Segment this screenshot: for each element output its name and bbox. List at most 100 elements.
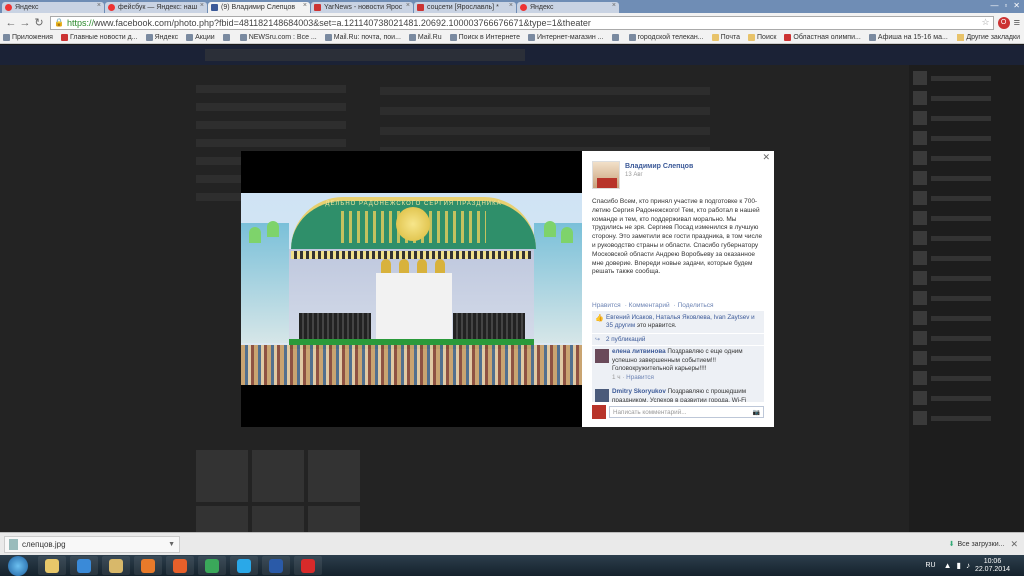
bookmark-item[interactable]: Областная олимпи... xyxy=(784,34,861,41)
event-photo[interactable]: ДЕЛЬНО РАДОНЕЖСКОГО СЕРГИЯ ПРАЗДНИКА xyxy=(241,193,582,385)
ie-app-button[interactable] xyxy=(70,556,98,575)
volume-icon[interactable]: ♪ xyxy=(966,561,970,570)
bookmark-item[interactable]: NEWSru.com : Все ... xyxy=(239,34,317,41)
minimize-icon[interactable]: — xyxy=(990,1,998,10)
bookmark-item[interactable]: Интернет-магазин ... xyxy=(528,34,604,41)
photo-choir-right xyxy=(453,313,525,339)
mail-icon xyxy=(408,34,416,41)
tab-close-icon[interactable]: × xyxy=(509,2,513,9)
clock[interactable]: 10:06 22.07.2014 xyxy=(975,558,1010,574)
firefox-app-icon xyxy=(173,558,187,573)
bookmark-item[interactable]: Поиск xyxy=(748,34,776,41)
download-icon: ⬇ xyxy=(948,541,955,548)
commenter-avatar[interactable] xyxy=(595,349,609,363)
network-icon[interactable]: ▮ xyxy=(957,561,961,570)
comment-placeholder: Написать комментарий... xyxy=(613,408,687,416)
comment-link[interactable]: Комментарий xyxy=(629,302,670,309)
share-link[interactable]: Поделиться xyxy=(678,302,714,309)
bookmark-item[interactable]: Почта xyxy=(711,34,740,41)
close-window-icon[interactable]: ✕ xyxy=(1013,1,1020,10)
close-download-bar-icon[interactable]: ✕ xyxy=(1010,539,1018,550)
bookmark-item[interactable]: Яндекс xyxy=(145,34,178,41)
download-item[interactable]: слепцов.jpg ▼ xyxy=(4,535,180,553)
folder-icon xyxy=(748,34,756,41)
start-button[interactable] xyxy=(8,555,28,576)
tray-arrow-icon[interactable]: ▲ xyxy=(944,561,952,570)
tab-close-icon[interactable]: × xyxy=(612,2,616,9)
facebook-header xyxy=(0,45,1024,65)
back-icon[interactable]: ← xyxy=(4,17,18,29)
bookmark-item[interactable] xyxy=(611,34,621,41)
skype-app-icon xyxy=(237,558,251,573)
browser-tab[interactable]: Яндекс × xyxy=(2,2,104,13)
bookmark-label: Областная олимпи... xyxy=(793,34,861,41)
post-date[interactable]: 13 Авг xyxy=(625,172,643,178)
tab-title: соцсети [Ярославль] * xyxy=(427,4,499,11)
maximize-icon[interactable]: ▫ xyxy=(1004,1,1007,10)
skype-app-button[interactable] xyxy=(230,556,258,575)
page-icon xyxy=(611,34,619,41)
browser-tab[interactable]: (9) Владимир Слепцов × xyxy=(208,2,310,13)
bookmark-item[interactable]: Поиск в Интернете xyxy=(449,34,520,41)
browser-tab[interactable]: соцсети [Ярославль] * × xyxy=(414,2,516,13)
tab-close-icon[interactable]: × xyxy=(303,2,307,9)
photo-info-panel: ✕ Владимир Слепцов 13 Авг Спасибо Всем, … xyxy=(582,151,774,427)
library-app-button[interactable] xyxy=(102,556,130,575)
facebook-icon xyxy=(211,4,218,11)
bookmark-item[interactable]: Главные новости д... xyxy=(60,34,138,41)
media-player-app-button[interactable] xyxy=(134,556,162,575)
close-icon[interactable]: ✕ xyxy=(762,152,770,163)
word-app-button[interactable] xyxy=(262,556,290,575)
extension-icon[interactable]: O xyxy=(997,16,1010,29)
tab-title: (9) Владимир Слепцов xyxy=(221,4,296,11)
commenter-name[interactable]: елена литвинова xyxy=(612,348,666,355)
author-name[interactable]: Владимир Слепцов xyxy=(625,163,693,170)
bookmark-item[interactable]: Акции xyxy=(186,34,215,41)
chevron-down-icon[interactable]: ▼ xyxy=(168,541,175,548)
likes-summary: 👍 Евгений Исаков, Наталья Яковлева, Ivan… xyxy=(592,311,764,333)
browser-tab[interactable]: Яндекс × xyxy=(517,2,619,13)
all-downloads-link[interactable]: ⬇ Все загрузки... xyxy=(948,540,1005,549)
opera-app-button[interactable] xyxy=(294,556,322,575)
shares-count[interactable]: ↪ 2 публикаций xyxy=(592,334,764,345)
commenter-name[interactable]: Dmitry Skoryukov xyxy=(612,388,666,395)
bookmark-item[interactable]: Mail.Ru xyxy=(408,34,442,41)
bookmark-star-icon[interactable]: ☆ xyxy=(982,17,990,28)
tab-close-icon[interactable]: × xyxy=(406,2,410,9)
commenter-avatar[interactable] xyxy=(595,389,609,402)
bookmark-item[interactable]: Афиша на 15-16 ма... xyxy=(868,34,948,41)
other-bookmarks[interactable]: Другие закладки xyxy=(957,34,1020,41)
yandex-icon xyxy=(145,34,153,41)
address-bar[interactable]: 🔒 https:// www.facebook.com/photo.php?fb… xyxy=(50,15,994,30)
forward-icon[interactable]: → xyxy=(18,17,32,29)
comment-composer: Написать комментарий... 📷 xyxy=(592,405,764,419)
comment-like-link[interactable]: Нравится xyxy=(626,374,654,381)
browser-tab[interactable]: YarNews - новости Ярос × xyxy=(311,2,413,13)
bookmark-item[interactable]: городской телекан... xyxy=(628,34,704,41)
menu-icon[interactable]: ≡ xyxy=(1014,17,1020,29)
explorer-app-button[interactable] xyxy=(38,556,66,575)
tab-close-icon[interactable]: × xyxy=(200,2,204,9)
firefox-app-button[interactable] xyxy=(166,556,194,575)
bookmark-item[interactable]: Приложения xyxy=(3,34,53,41)
like-link[interactable]: Нравится xyxy=(592,302,621,309)
camera-icon[interactable]: 📷 xyxy=(753,409,760,416)
gmail-icon xyxy=(784,34,792,41)
likes-names[interactable]: Евгений Исаков, Наталья Яковлева, Ivan Z… xyxy=(606,314,755,329)
comment-time[interactable]: 1 ч xyxy=(612,374,621,381)
tab-close-icon[interactable]: × xyxy=(97,2,101,9)
photo-right-tower xyxy=(534,223,582,343)
bookmarks-bar: Приложения Главные новости д... Яндекс Акци… xyxy=(0,32,1024,44)
comment-input[interactable]: Написать комментарий... 📷 xyxy=(609,406,764,418)
bookmark-item[interactable]: Mail.Ru: почта, пои... xyxy=(324,34,401,41)
author-avatar[interactable] xyxy=(592,161,620,189)
bookmark-item[interactable] xyxy=(222,34,232,41)
chrome-app-button[interactable] xyxy=(198,556,226,575)
comment-item: Dmitry Skoryukov Поздравляю с прошедшим … xyxy=(592,386,764,402)
news-icon xyxy=(60,34,68,41)
opera-app-icon xyxy=(301,558,315,573)
browser-tab[interactable]: фейсбук — Яндекс: наш × xyxy=(105,2,207,13)
tab-title: фейсбук — Яндекс: наш xyxy=(118,4,198,11)
language-indicator[interactable]: RU xyxy=(926,562,936,569)
reload-icon[interactable]: ↻ xyxy=(32,16,46,29)
